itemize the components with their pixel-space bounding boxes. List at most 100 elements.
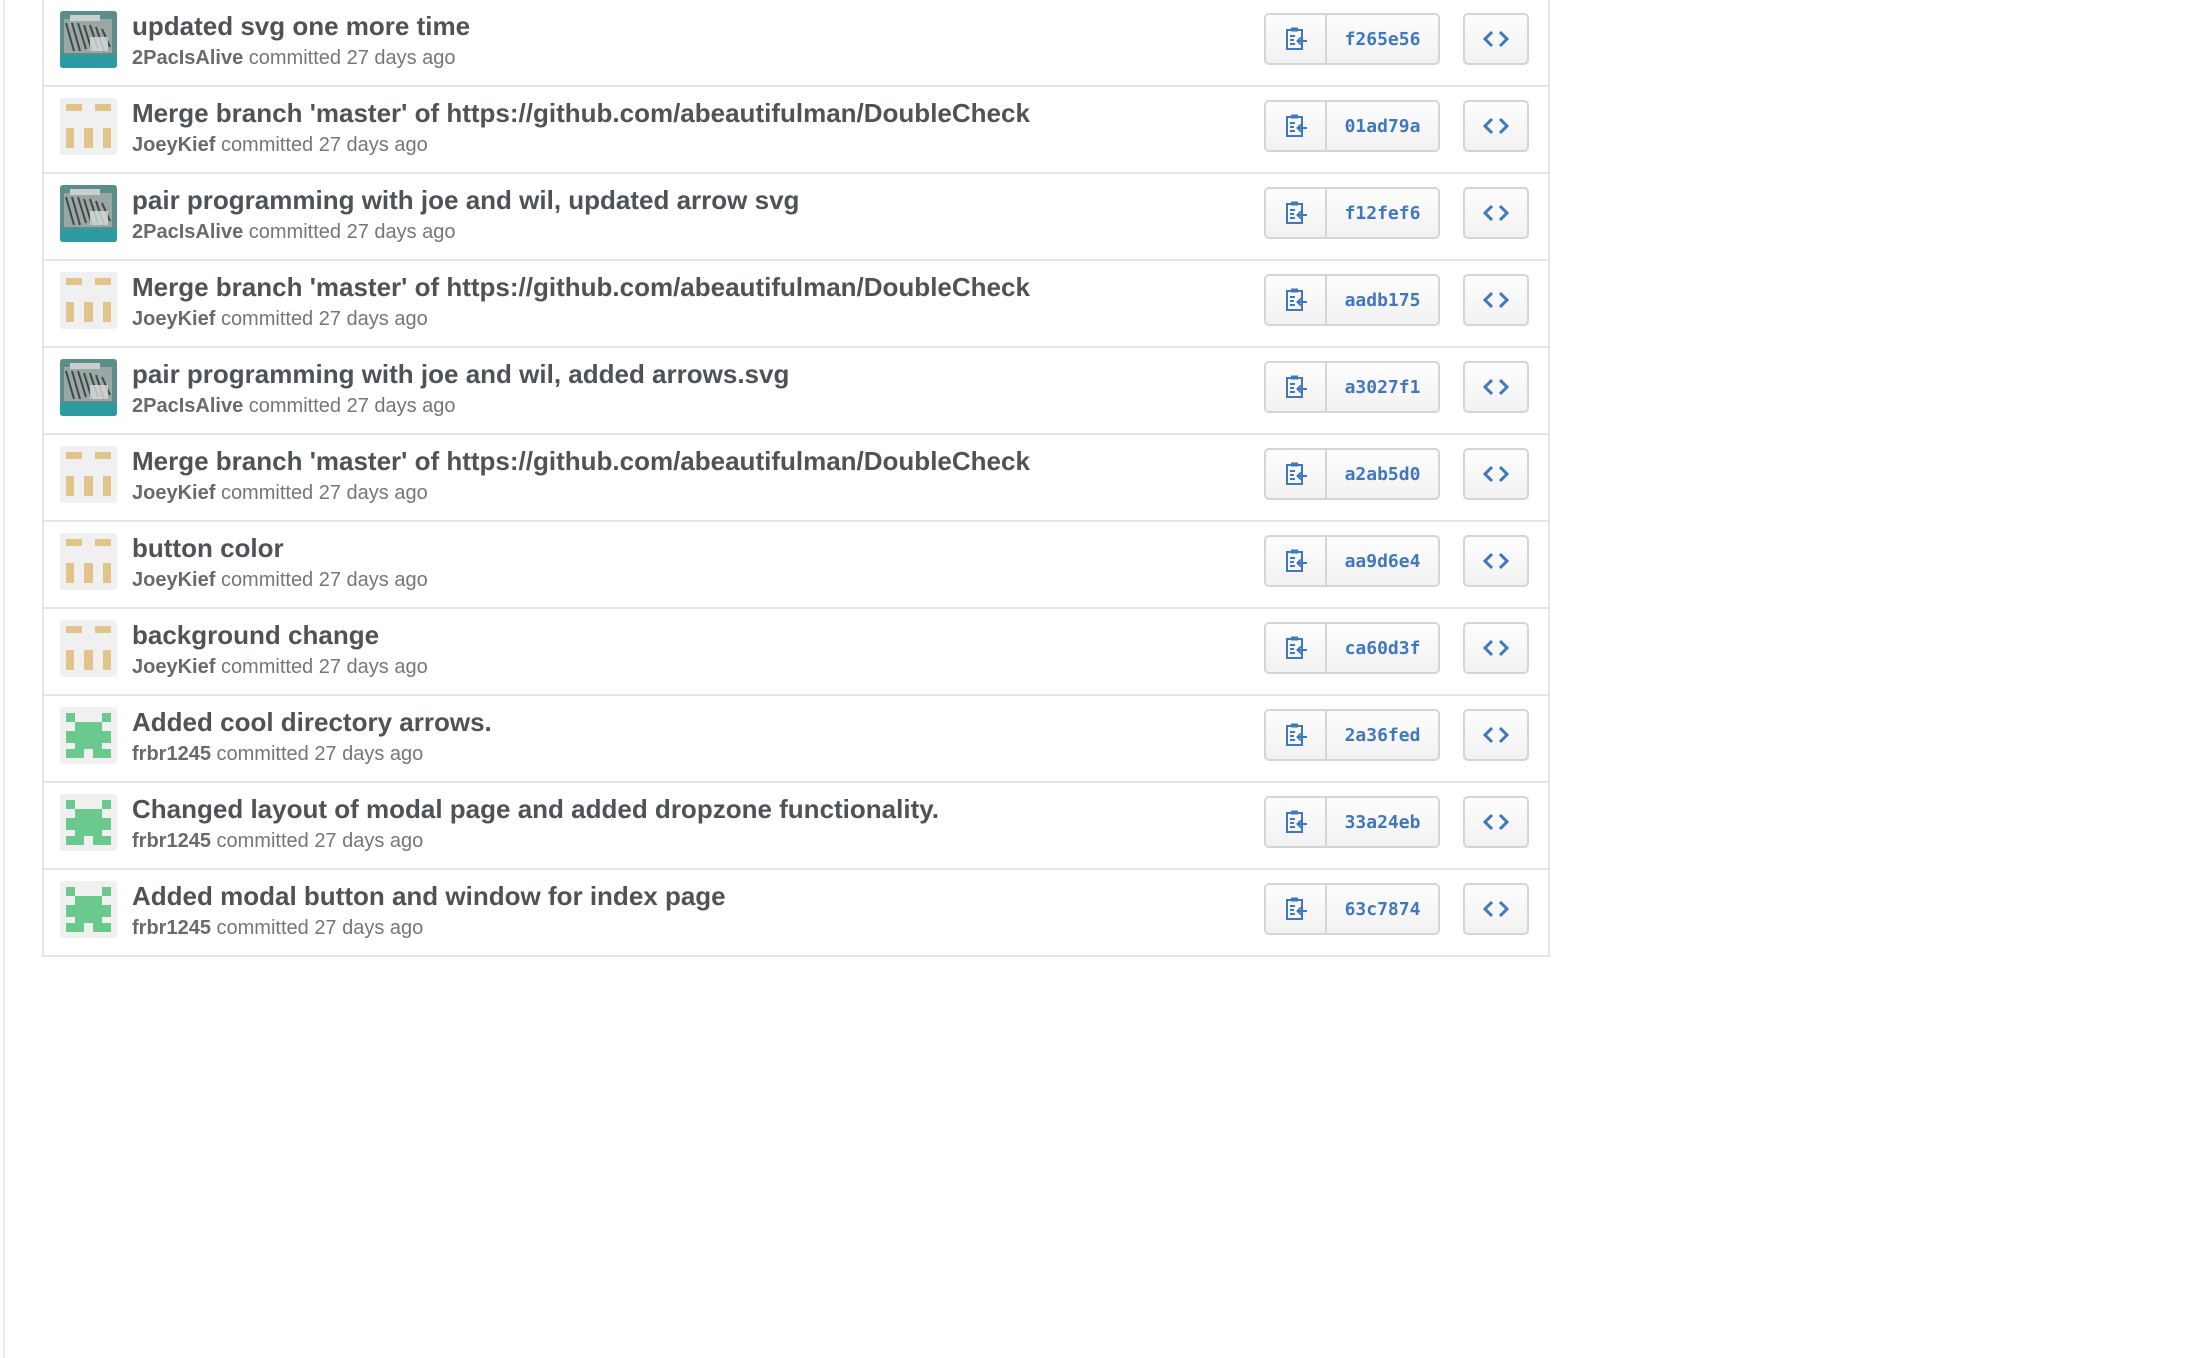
browse-repo-button[interactable] [1463, 883, 1529, 935]
code-icon [1482, 813, 1510, 831]
browse-repo-button[interactable] [1463, 100, 1529, 152]
avatar-photo-image [60, 11, 117, 68]
commit-sha-link[interactable]: aa9d6e4 [1327, 537, 1438, 585]
commit-sha-link[interactable]: 63c7874 [1327, 885, 1438, 933]
commit-row: Changed layout of modal page and added d… [44, 781, 1548, 868]
clipboard-copy-icon [1285, 114, 1307, 137]
commit-time: 27 days ago [346, 395, 456, 417]
commit-author-link[interactable]: 2PacIsAlive [132, 47, 243, 69]
commit-sha-link[interactable]: f265e56 [1327, 15, 1438, 63]
copy-sha-button[interactable] [1266, 798, 1327, 846]
copy-sha-button[interactable] [1266, 363, 1327, 411]
commit-sha-group: 63c7874 [1264, 883, 1440, 935]
clipboard-copy-icon [1285, 201, 1307, 224]
commit-message-link[interactable]: background change [132, 620, 379, 651]
browse-repo-button[interactable] [1463, 361, 1529, 413]
author-avatar[interactable] [60, 359, 117, 416]
author-avatar[interactable] [60, 11, 117, 68]
commit-message-link[interactable]: button color [132, 533, 284, 564]
commit-author-link[interactable]: frbr1245 [132, 830, 211, 852]
commit-message-link[interactable]: Merge branch 'master' of https://github.… [132, 272, 1030, 303]
author-avatar[interactable] [60, 620, 117, 677]
commit-author-link[interactable]: JoeyKief [132, 569, 215, 591]
code-icon [1482, 117, 1510, 135]
commit-action-text: committed [248, 47, 342, 69]
commit-row: Added modal button and window for index … [44, 868, 1548, 955]
copy-sha-button[interactable] [1266, 189, 1327, 237]
commit-sha-link[interactable]: a2ab5d0 [1327, 450, 1438, 498]
commit-action-text: committed [220, 308, 314, 330]
browse-repo-button[interactable] [1463, 535, 1529, 587]
copy-sha-button[interactable] [1266, 537, 1327, 585]
commit-sha-group: a2ab5d0 [1264, 448, 1440, 500]
commit-meta: 2PacIsAlive committed 27 days ago [132, 221, 456, 244]
author-avatar[interactable] [60, 881, 117, 938]
copy-sha-button[interactable] [1266, 102, 1327, 150]
avatar-photo-image [60, 185, 117, 242]
commit-sha-group: f265e56 [1264, 13, 1440, 65]
commit-action-text: committed [248, 395, 342, 417]
commit-message-link[interactable]: updated svg one more time [132, 11, 470, 42]
author-avatar[interactable] [60, 707, 117, 764]
commit-message-link[interactable]: Merge branch 'master' of https://github.… [132, 98, 1030, 129]
commit-author-link[interactable]: JoeyKief [132, 308, 215, 330]
browse-repo-button[interactable] [1463, 13, 1529, 65]
commit-sha-group: 2a36fed [1264, 709, 1440, 761]
commit-message-link[interactable]: Merge branch 'master' of https://github.… [132, 446, 1030, 477]
code-icon [1482, 30, 1510, 48]
commit-sha-link[interactable]: a3027f1 [1327, 363, 1438, 411]
commit-author-link[interactable]: JoeyKief [132, 656, 215, 678]
commit-time: 27 days ago [318, 482, 428, 504]
commit-message-link[interactable]: Changed layout of modal page and added d… [132, 794, 939, 825]
browse-repo-button[interactable] [1463, 448, 1529, 500]
copy-sha-button[interactable] [1266, 711, 1327, 759]
commit-row: Added cool directory arrows. frbr1245 com… [44, 694, 1548, 781]
commit-sha-link[interactable]: f12fef6 [1327, 189, 1438, 237]
commit-sha-group: 33a24eb [1264, 796, 1440, 848]
copy-sha-button[interactable] [1266, 276, 1327, 324]
browse-repo-button[interactable] [1463, 796, 1529, 848]
commit-message-link[interactable]: pair programming with joe and wil, added… [132, 359, 789, 390]
commit-message-link[interactable]: Added modal button and window for index … [132, 881, 726, 912]
commit-author-link[interactable]: 2PacIsAlive [132, 395, 243, 417]
browse-repo-button[interactable] [1463, 187, 1529, 239]
author-avatar[interactable] [60, 98, 117, 155]
browse-repo-button[interactable] [1463, 709, 1529, 761]
commit-sha-link[interactable]: ca60d3f [1327, 624, 1438, 672]
commit-sha-group: aa9d6e4 [1264, 535, 1440, 587]
commit-row: updated svg one more time 2PacIsAlive com… [44, 0, 1548, 85]
avatar-identicon-image [60, 794, 117, 851]
commit-sha-link[interactable]: 33a24eb [1327, 798, 1438, 846]
commit-sha-link[interactable]: 01ad79a [1327, 102, 1438, 150]
browse-repo-button[interactable] [1463, 622, 1529, 674]
commit-sha-link[interactable]: 2a36fed [1327, 711, 1438, 759]
commit-author-link[interactable]: frbr1245 [132, 917, 211, 939]
clipboard-copy-icon [1285, 288, 1307, 311]
copy-sha-button[interactable] [1266, 450, 1327, 498]
commit-action-text: committed [220, 656, 314, 678]
commit-message-link[interactable]: pair programming with joe and wil, updat… [132, 185, 799, 216]
avatar-identicon-image [60, 533, 117, 590]
commit-meta: JoeyKief committed 27 days ago [132, 482, 428, 505]
commit-meta: JoeyKief committed 27 days ago [132, 569, 428, 592]
commit-author-link[interactable]: 2PacIsAlive [132, 221, 243, 243]
clipboard-copy-icon [1285, 897, 1307, 920]
commit-sha-link[interactable]: aadb175 [1327, 276, 1438, 324]
commit-author-link[interactable]: JoeyKief [132, 134, 215, 156]
author-avatar[interactable] [60, 794, 117, 851]
commit-author-link[interactable]: JoeyKief [132, 482, 215, 504]
commit-author-link[interactable]: frbr1245 [132, 743, 211, 765]
copy-sha-button[interactable] [1266, 885, 1327, 933]
avatar-identicon-image [60, 707, 117, 764]
author-avatar[interactable] [60, 272, 117, 329]
copy-sha-button[interactable] [1266, 624, 1327, 672]
author-avatar[interactable] [60, 185, 117, 242]
code-icon [1482, 552, 1510, 570]
commit-message-link[interactable]: Added cool directory arrows. [132, 707, 492, 738]
clipboard-copy-icon [1285, 462, 1307, 485]
author-avatar[interactable] [60, 446, 117, 503]
commit-meta: frbr1245 committed 27 days ago [132, 743, 423, 766]
copy-sha-button[interactable] [1266, 15, 1327, 63]
browse-repo-button[interactable] [1463, 274, 1529, 326]
author-avatar[interactable] [60, 533, 117, 590]
